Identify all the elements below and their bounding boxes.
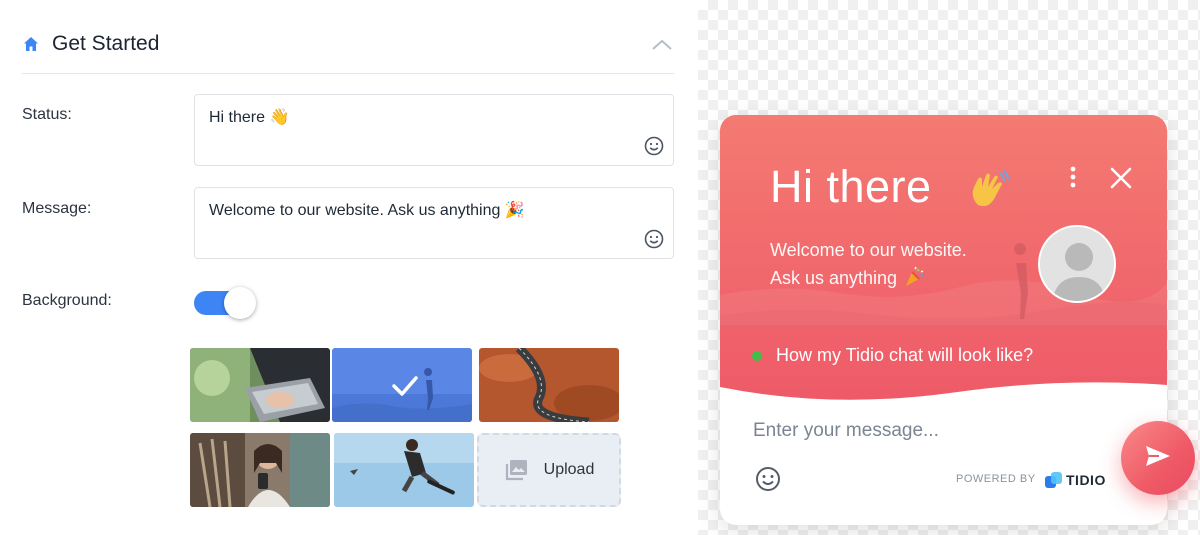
background-option-laptop[interactable] bbox=[190, 348, 330, 422]
widget-header: Hi there Welcome to our website. Ask us … bbox=[720, 115, 1167, 405]
close-icon[interactable] bbox=[1108, 165, 1134, 191]
section-header[interactable]: Get Started bbox=[22, 18, 674, 74]
status-label: Status: bbox=[22, 106, 72, 123]
upload-background-button[interactable]: Upload bbox=[477, 433, 621, 507]
status-field[interactable]: Hi there 👋 bbox=[194, 94, 674, 166]
welcome-line-1: Welcome to our website. bbox=[770, 240, 967, 260]
welcome-line-2: Ask us anything bbox=[770, 268, 898, 288]
message-label: Message: bbox=[22, 200, 92, 217]
smiley-icon[interactable] bbox=[643, 135, 665, 157]
tidio-logo-icon bbox=[1044, 470, 1064, 490]
home-icon bbox=[22, 35, 40, 53]
chevron-up-icon[interactable] bbox=[650, 32, 674, 56]
message-input[interactable]: Enter your message... bbox=[753, 420, 939, 442]
message-value: Welcome to our website. Ask us anything … bbox=[209, 202, 525, 219]
message-field[interactable]: Welcome to our website. Ask us anything … bbox=[194, 187, 674, 259]
smiley-icon[interactable] bbox=[754, 465, 782, 493]
quick-question-text: How my Tidio chat will look like? bbox=[776, 345, 1034, 365]
widget-welcome-message: Welcome to our website. Ask us anything bbox=[770, 236, 967, 292]
welcome-line-2-row: Ask us anything bbox=[770, 264, 967, 292]
waving-hand-icon bbox=[964, 167, 1010, 213]
send-icon bbox=[1143, 441, 1173, 476]
background-option-desert-road[interactable] bbox=[479, 348, 619, 422]
online-status-dot bbox=[752, 350, 762, 361]
section-title: Get Started bbox=[52, 31, 160, 55]
background-label: Background: bbox=[22, 292, 112, 309]
background-option-skateboarder[interactable] bbox=[334, 433, 474, 507]
upload-label: Upload bbox=[543, 461, 595, 478]
status-value: Hi there 👋 bbox=[209, 109, 290, 126]
settings-panel: Get Started Status: Hi there 👋 Message: … bbox=[0, 0, 698, 535]
toggle-knob bbox=[224, 287, 256, 319]
widget-title: Hi there bbox=[770, 161, 932, 212]
smiley-icon[interactable] bbox=[643, 228, 665, 250]
background-option-woman-phone[interactable] bbox=[190, 433, 330, 507]
background-option-sunset-selected[interactable] bbox=[332, 348, 472, 422]
chat-widget-preview: Hi there Welcome to our website. Ask us … bbox=[720, 115, 1167, 525]
image-gallery-icon bbox=[504, 457, 530, 483]
powered-by-label: POWERED BY bbox=[956, 473, 1036, 485]
send-button[interactable] bbox=[1121, 421, 1195, 495]
party-popper-icon bbox=[903, 266, 925, 288]
widget-quick-question[interactable]: How my Tidio chat will look like? bbox=[752, 345, 1033, 366]
brand-name: TIDIO bbox=[1066, 472, 1106, 488]
operator-avatar bbox=[1038, 225, 1116, 303]
kebab-menu-icon[interactable] bbox=[1066, 165, 1080, 191]
background-toggle[interactable] bbox=[194, 287, 258, 319]
